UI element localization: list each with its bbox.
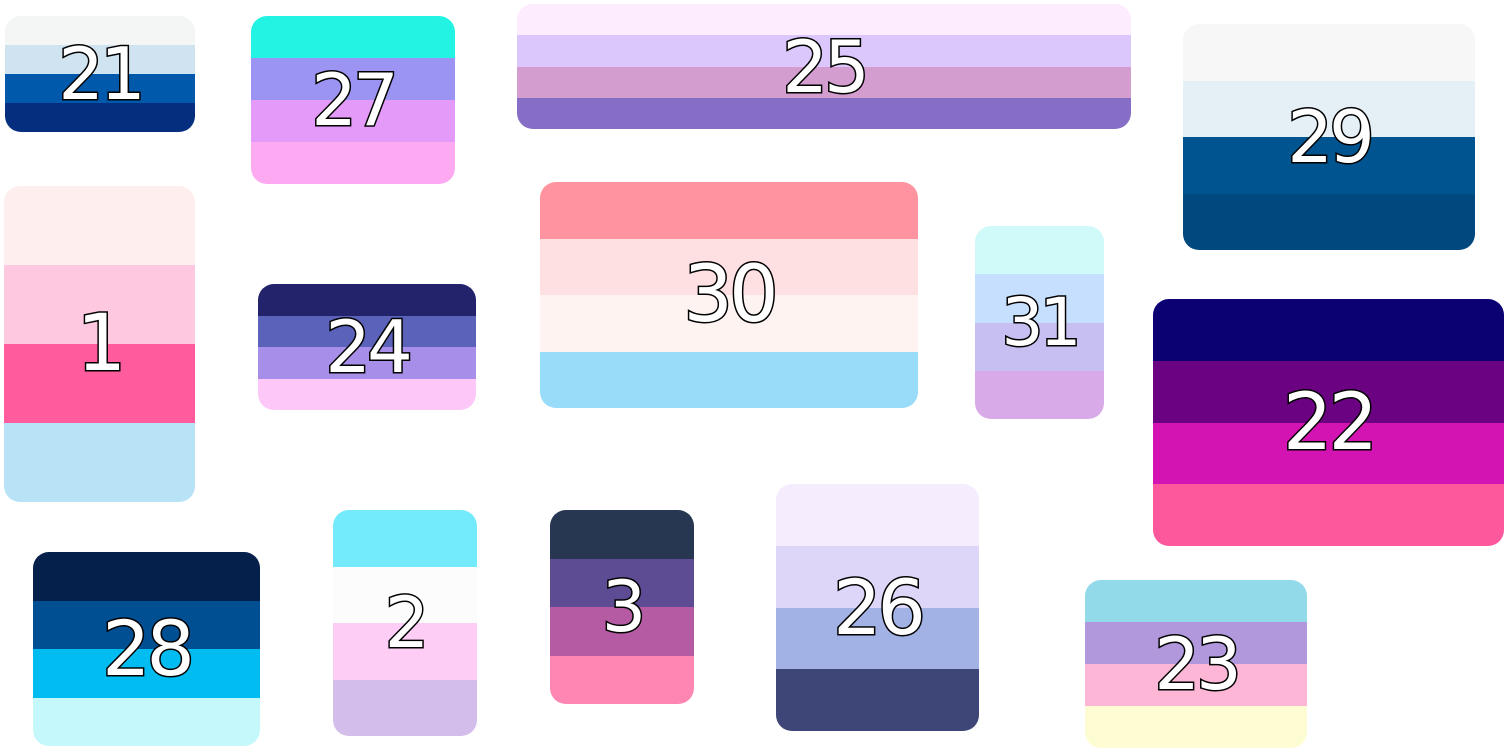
flag-27[interactable]: 27	[251, 16, 455, 184]
flag-31-stripe-2	[975, 274, 1104, 323]
flag-2-stripe-2	[333, 566, 477, 623]
flag-21-stripe-4	[5, 103, 195, 132]
flag-21[interactable]: 21	[5, 16, 195, 132]
flag-3-stripe-3	[550, 607, 694, 656]
flag-1[interactable]: 1	[4, 186, 195, 502]
flag-28-stripe-1	[33, 552, 260, 601]
flag-2[interactable]: 2	[333, 510, 477, 736]
flag-24[interactable]: 24	[258, 284, 476, 410]
flag-23-stripe-3	[1085, 664, 1307, 706]
flag-24-stripe-3	[258, 347, 476, 379]
flag-26-stripe-2	[776, 545, 979, 608]
flag-27-stripe-2	[251, 58, 455, 100]
flag-30-stripe-3	[540, 295, 918, 352]
flag-30-stripe-2	[540, 238, 918, 295]
flag-3-stripe-2	[550, 558, 694, 607]
flag-21-stripe-3	[5, 74, 195, 103]
flag-28-stripe-2	[33, 600, 260, 649]
flag-23-stripe-1	[1085, 580, 1307, 622]
flag-23-stripe-2	[1085, 622, 1307, 664]
flag-24-stripe-1	[258, 284, 476, 316]
flag-22-stripe-2	[1153, 360, 1504, 423]
flag-25-stripe-1	[517, 4, 1131, 36]
flag-21-stripe-1	[5, 16, 195, 45]
flag-24-stripe-4	[258, 378, 476, 410]
flag-25[interactable]: 25	[517, 4, 1131, 129]
flag-27-stripe-4	[251, 142, 455, 184]
flag-25-stripe-4	[517, 97, 1131, 129]
flag-26-stripe-1	[776, 484, 979, 546]
flag-2-stripe-4	[333, 679, 477, 736]
flag-26-stripe-4	[776, 669, 979, 731]
flag-22-stripe-3	[1153, 422, 1504, 485]
flag-26-stripe-3	[776, 607, 979, 670]
flag-3[interactable]: 3	[550, 510, 694, 704]
flag-30-stripe-1	[540, 182, 918, 239]
flag-28[interactable]: 28	[33, 552, 260, 746]
flag-23[interactable]: 23	[1085, 580, 1307, 748]
flag-2-stripe-1	[333, 510, 477, 567]
flag-29-stripe-1	[1183, 24, 1475, 81]
flag-22-stripe-4	[1153, 484, 1504, 546]
flag-1-stripe-3	[4, 344, 195, 423]
flag-3-stripe-4	[550, 655, 694, 704]
flag-1-stripe-1	[4, 186, 195, 265]
flag-25-stripe-3	[517, 66, 1131, 98]
flag-31[interactable]: 31	[975, 226, 1104, 419]
flag-28-stripe-3	[33, 649, 260, 698]
flag-29-stripe-2	[1183, 80, 1475, 137]
flag-23-stripe-4	[1085, 706, 1307, 748]
flag-3-stripe-1	[550, 510, 694, 559]
flag-29-stripe-3	[1183, 137, 1475, 194]
flag-1-stripe-2	[4, 265, 195, 344]
flag-25-stripe-2	[517, 35, 1131, 67]
flag-21-stripe-2	[5, 45, 195, 74]
flag-29[interactable]: 29	[1183, 24, 1475, 250]
flag-22[interactable]: 22	[1153, 299, 1504, 546]
flag-1-stripe-4	[4, 423, 195, 502]
flag-28-stripe-4	[33, 697, 260, 746]
flag-30[interactable]: 30	[540, 182, 918, 408]
flag-24-stripe-2	[258, 315, 476, 347]
flag-22-stripe-1	[1153, 299, 1504, 361]
flag-31-stripe-4	[975, 370, 1104, 419]
flag-27-stripe-1	[251, 16, 455, 58]
flag-2-stripe-3	[333, 623, 477, 680]
flag-31-stripe-1	[975, 226, 1104, 275]
flag-27-stripe-3	[251, 100, 455, 142]
flag-26[interactable]: 26	[776, 484, 979, 731]
flag-30-stripe-4	[540, 351, 918, 408]
flag-29-stripe-4	[1183, 193, 1475, 250]
flag-31-stripe-3	[975, 322, 1104, 371]
